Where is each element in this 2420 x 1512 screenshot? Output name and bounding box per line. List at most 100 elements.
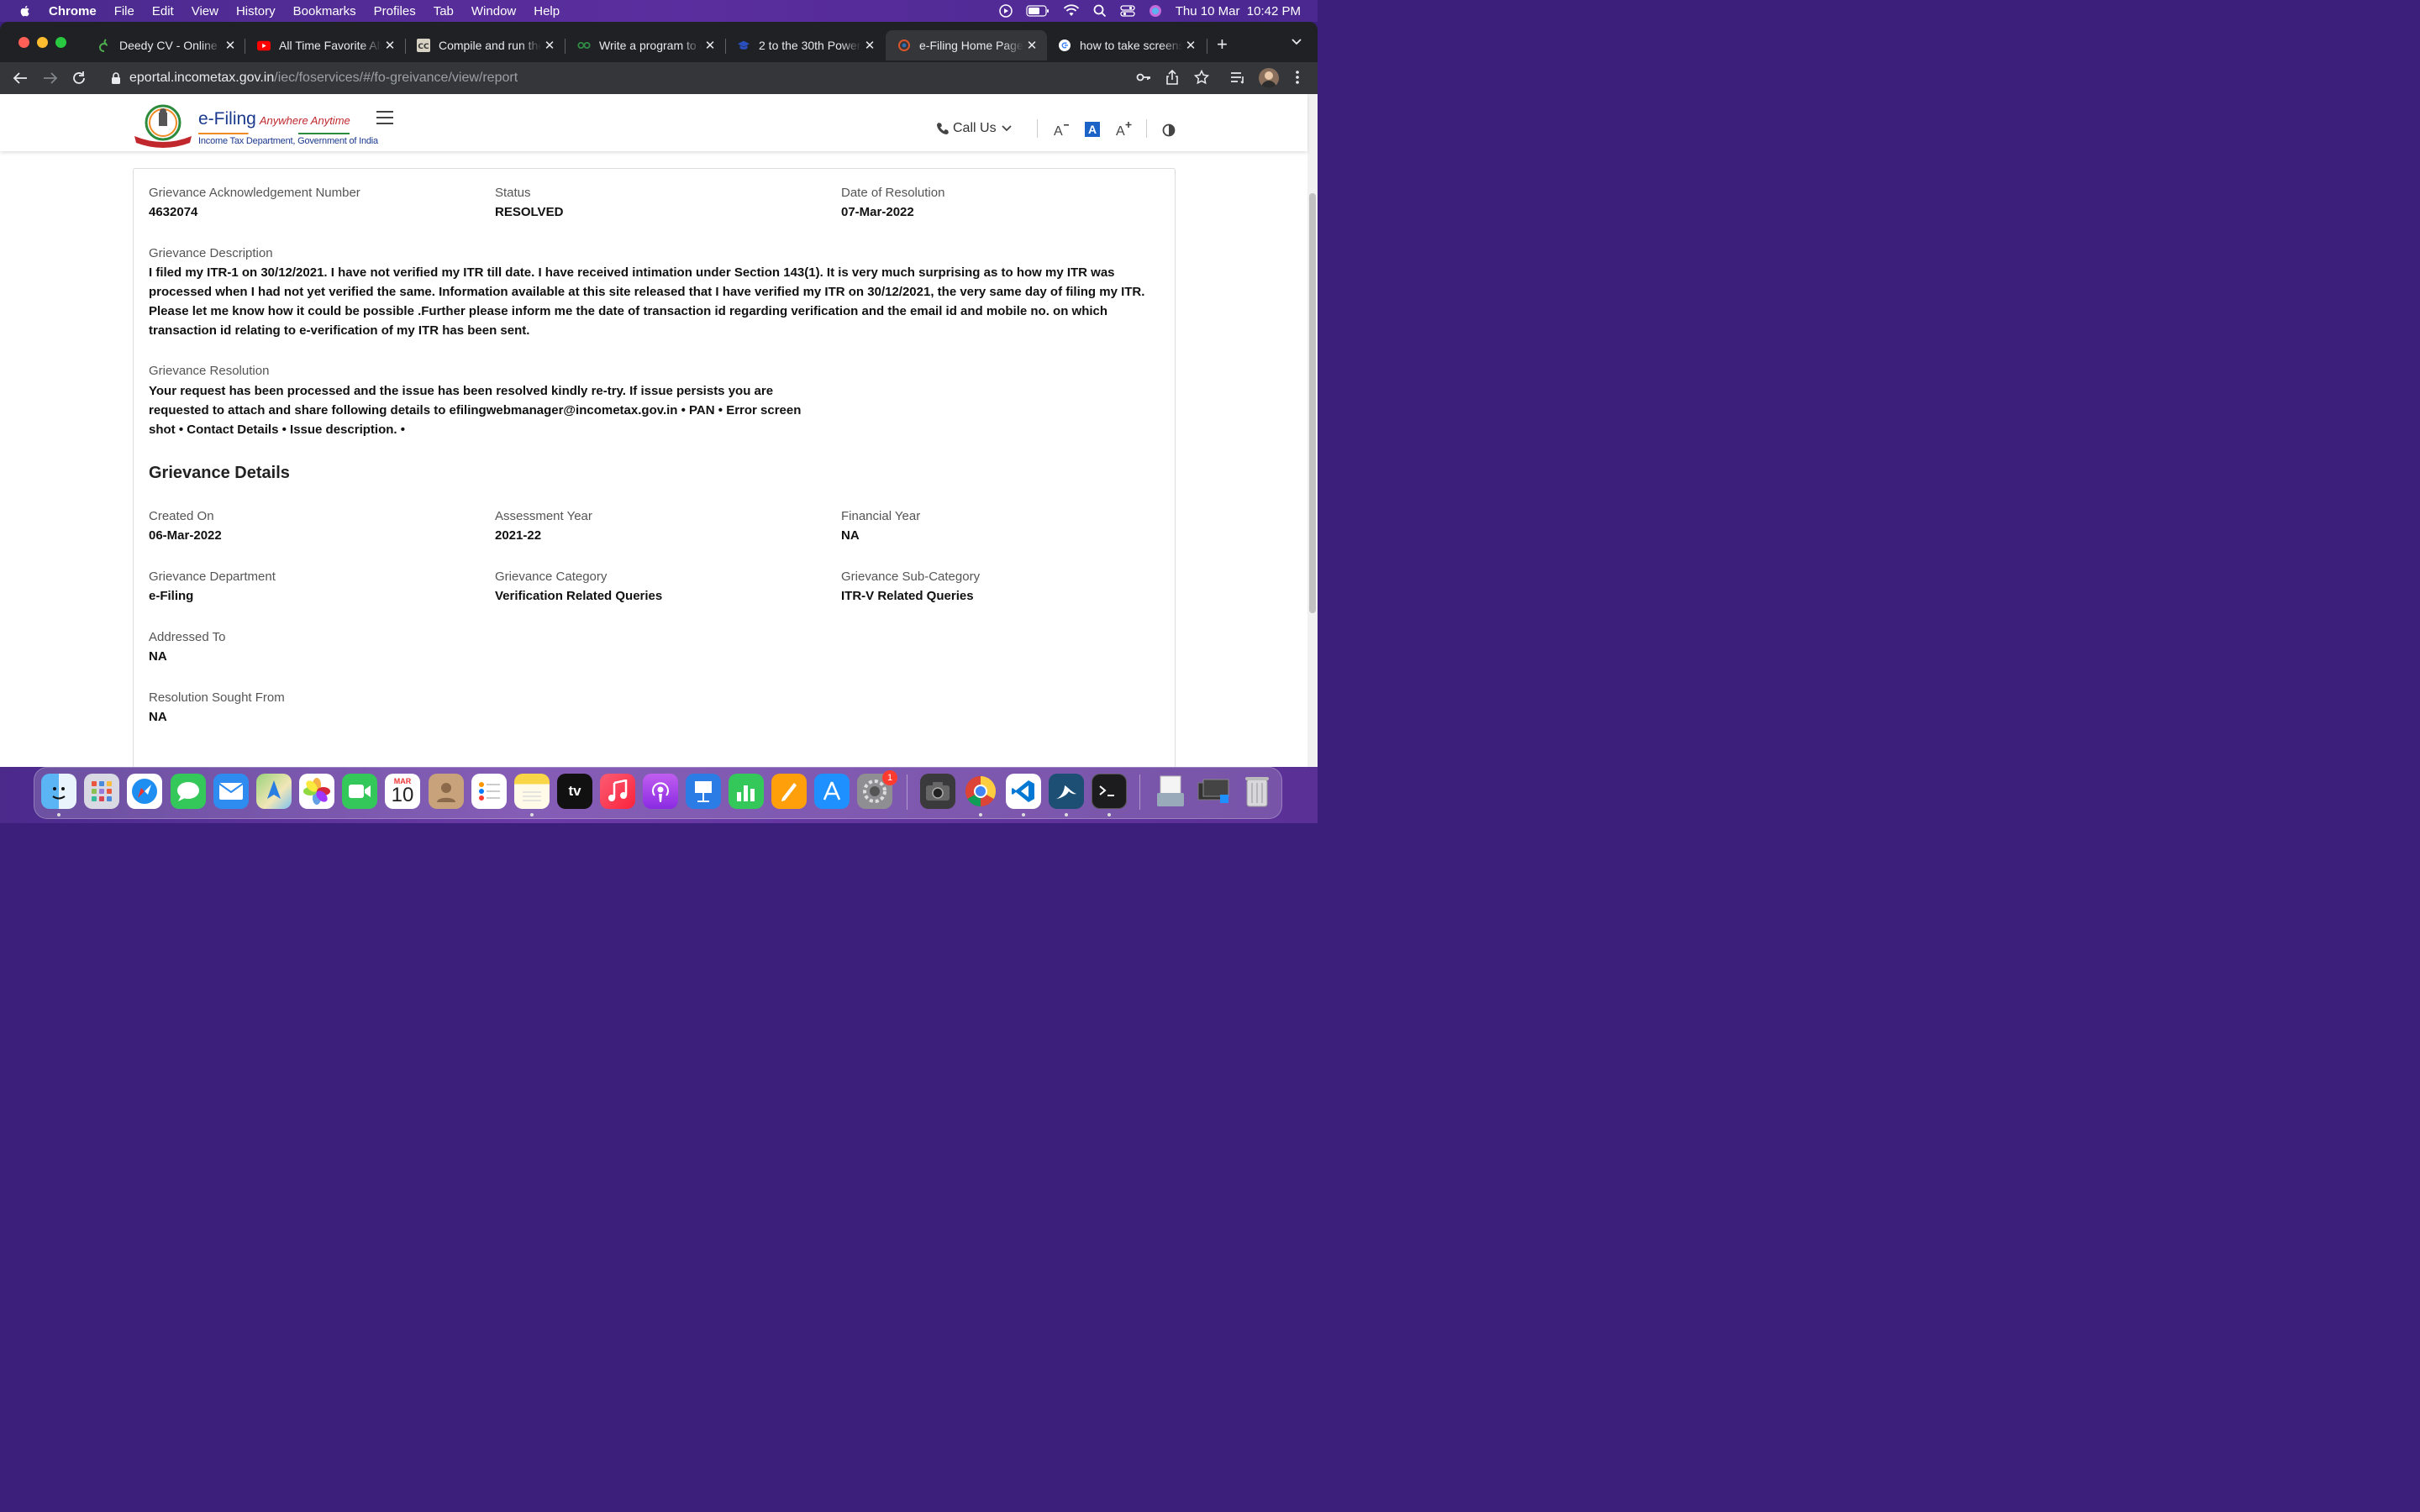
menu-edit[interactable]: Edit [152, 4, 174, 18]
desktop-stack-icon[interactable] [1196, 774, 1231, 809]
menu-bookmarks[interactable]: Bookmarks [293, 4, 356, 18]
terminal-icon[interactable] [1092, 774, 1127, 809]
bookmark-star-icon[interactable] [1194, 70, 1209, 85]
sub-category-value: ITR-V Related Queries [841, 589, 974, 603]
pages-icon[interactable] [771, 774, 807, 809]
password-key-icon[interactable] [1136, 70, 1151, 85]
tab-close-icon[interactable]: ✕ [1023, 38, 1040, 53]
tab-search-chevron-icon[interactable] [1291, 37, 1302, 45]
wifi-icon[interactable] [1063, 4, 1080, 18]
tab-write-program[interactable]: Write a program to c ✕ [566, 30, 725, 60]
tab-strip: Deedy CV - Online L ✕ All Time Favorite … [0, 22, 1318, 62]
menu-file[interactable]: File [114, 4, 134, 18]
screen-recording-icon[interactable] [999, 4, 1013, 18]
efiling-logo[interactable]: e-Filing Anywhere Anytime Income Tax Depa… [133, 104, 378, 151]
podcasts-icon[interactable] [643, 774, 678, 809]
svg-text:CC: CC [418, 43, 429, 51]
apple-logo-icon[interactable] [18, 4, 32, 18]
menu-help[interactable]: Help [534, 4, 560, 18]
battery-icon[interactable] [1026, 5, 1050, 17]
tab-close-icon[interactable]: ✕ [222, 38, 239, 53]
contacts-icon[interactable] [429, 774, 464, 809]
apple-tv-icon[interactable]: tv [557, 774, 592, 809]
reading-list-icon[interactable] [1230, 70, 1245, 85]
chrome-dock-icon[interactable] [963, 774, 998, 809]
siri-icon[interactable] [1149, 4, 1162, 18]
control-center-icon[interactable] [1120, 4, 1135, 18]
resolution-line: shot • Contact Details • Issue descripti… [149, 423, 405, 437]
ack-number-value: 4632074 [149, 205, 198, 219]
tab-compile-run[interactable]: CC Compile and run the ✕ [405, 30, 565, 60]
mysql-workbench-icon[interactable] [1049, 774, 1084, 809]
safari-icon[interactable] [127, 774, 162, 809]
contrast-toggle-icon[interactable] [1162, 123, 1176, 137]
lock-icon[interactable] [111, 72, 121, 84]
resolution-sought-value: NA [149, 710, 167, 724]
tab-close-icon[interactable]: ✕ [541, 38, 558, 53]
trash-icon[interactable] [1239, 774, 1275, 809]
photos-icon[interactable] [299, 774, 334, 809]
finder-icon[interactable] [41, 774, 76, 809]
chrome-menu-icon[interactable] [1294, 70, 1301, 85]
default-font-icon[interactable]: A [1085, 122, 1100, 137]
profile-avatar[interactable] [1259, 68, 1279, 88]
screenshot-app-icon[interactable] [920, 774, 955, 809]
menu-app-chrome[interactable]: Chrome [49, 4, 97, 18]
running-indicator [1065, 813, 1068, 816]
menu-profiles[interactable]: Profiles [374, 4, 416, 18]
tab-deedy-cv[interactable]: Deedy CV - Online L ✕ [86, 30, 245, 60]
call-us-label: Call Us [953, 121, 997, 135]
close-window-button[interactable] [18, 37, 29, 48]
increase-font-icon[interactable]: A [1116, 121, 1133, 136]
scrollbar-thumb[interactable] [1309, 193, 1316, 613]
reminders-icon[interactable] [471, 774, 507, 809]
url-path: /iec/foservices/#/fo-greivance/view/repo… [274, 71, 518, 85]
tab-close-icon[interactable]: ✕ [702, 38, 718, 53]
resolution-line: Your request has been processed and the … [149, 384, 774, 398]
menu-tab[interactable]: Tab [434, 4, 454, 18]
vscode-icon[interactable] [1006, 774, 1041, 809]
numbers-icon[interactable] [729, 774, 764, 809]
reload-button[interactable] [70, 69, 88, 87]
category-label: Grievance Category [495, 570, 608, 584]
site-header: e-Filing Anywhere Anytime Income Tax Depa… [0, 94, 1307, 151]
tab-youtube[interactable]: All Time Favorite Alt ✕ [245, 30, 405, 60]
created-on-label: Created On [149, 509, 214, 523]
keynote-icon[interactable] [686, 774, 721, 809]
tab-2-30th-power[interactable]: 2 to the 30th Power ✕ [725, 30, 885, 60]
tab-google-search[interactable]: how to take screens ✕ [1046, 30, 1206, 60]
messages-icon[interactable] [171, 774, 206, 809]
menu-window[interactable]: Window [471, 4, 516, 18]
app-store-icon[interactable] [814, 774, 850, 809]
menu-history[interactable]: History [236, 4, 276, 18]
facetime-icon[interactable] [342, 774, 377, 809]
forward-button[interactable] [41, 69, 60, 87]
calendar-icon[interactable]: MAR 10 [385, 774, 420, 809]
launchpad-icon[interactable] [84, 774, 119, 809]
address-bar[interactable]: eportal.incometax.gov.in/iec/foservices/… [101, 66, 1227, 91]
menu-bar-clock[interactable]: Thu 10 Mar 10:42 PM [1176, 4, 1301, 18]
tab-close-icon[interactable]: ✕ [1182, 38, 1199, 53]
tab-title: e-Filing Home Page, [919, 39, 1023, 52]
mail-icon[interactable] [213, 774, 249, 809]
music-icon[interactable] [600, 774, 635, 809]
back-button[interactable] [11, 69, 29, 87]
grievance-report-card: Grievance Acknowledgement Number 4632074… [133, 168, 1176, 767]
menu-view[interactable]: View [192, 4, 218, 18]
tab-close-icon[interactable]: ✕ [381, 38, 398, 53]
call-us-dropdown[interactable]: Call Us [936, 121, 1012, 136]
hamburger-menu-icon[interactable] [376, 111, 393, 124]
notes-icon[interactable] [514, 774, 550, 809]
downloads-folder-icon[interactable] [1153, 774, 1188, 809]
minimize-window-button[interactable] [37, 37, 48, 48]
addressed-to-label: Addressed To [149, 630, 226, 644]
tab-efiling-active[interactable]: e-Filing Home Page, ✕ [886, 30, 1047, 60]
financial-year-label: Financial Year [841, 509, 921, 523]
maps-icon[interactable] [256, 774, 292, 809]
decrease-font-icon[interactable]: A [1054, 123, 1069, 136]
share-icon[interactable] [1165, 70, 1179, 85]
tab-close-icon[interactable]: ✕ [861, 38, 878, 53]
spotlight-search-icon[interactable] [1093, 4, 1107, 18]
new-tab-button[interactable]: + [1217, 34, 1228, 55]
maximize-window-button[interactable] [55, 37, 66, 48]
